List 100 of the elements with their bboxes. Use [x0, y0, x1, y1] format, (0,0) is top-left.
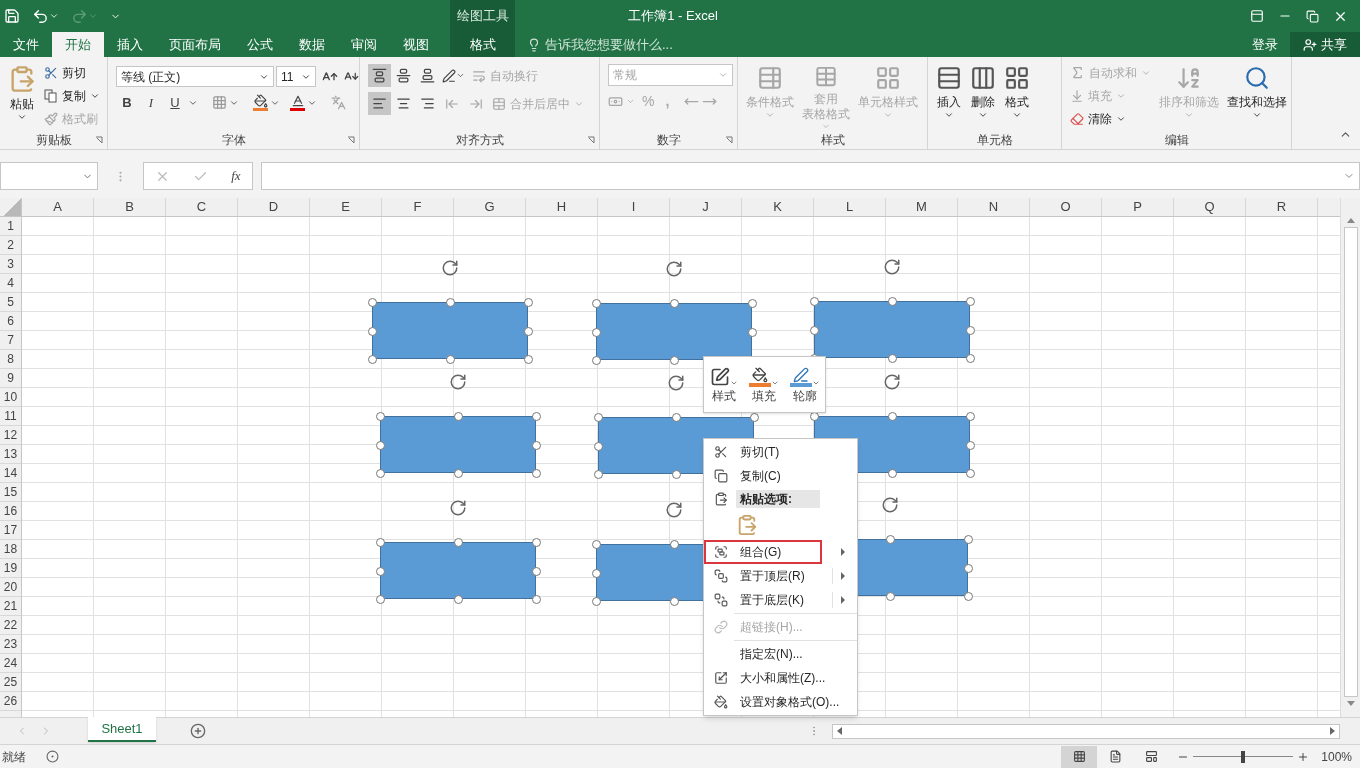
rotate-handle-icon[interactable]: [883, 373, 901, 391]
row-header[interactable]: 4: [0, 274, 21, 293]
resize-handle[interactable]: [592, 299, 601, 308]
row-header[interactable]: 6: [0, 312, 21, 331]
paste-button[interactable]: 粘贴: [4, 61, 40, 131]
redo-icon[interactable]: [71, 7, 88, 25]
resize-handle[interactable]: [810, 297, 819, 306]
phonetic-icon[interactable]: [331, 95, 346, 111]
row-header[interactable]: 2: [0, 236, 21, 255]
horizontal-scrollbar[interactable]: [832, 723, 1340, 739]
resize-handle[interactable]: [748, 299, 757, 308]
resize-handle[interactable]: [888, 469, 897, 478]
ribbon-tab[interactable]: 插入: [104, 32, 156, 57]
align-button[interactable]: [368, 64, 391, 87]
sign-in-link[interactable]: 登录: [1240, 32, 1290, 57]
row-header[interactable]: 13: [0, 445, 21, 464]
row-header[interactable]: 21: [0, 597, 21, 616]
add-sheet-icon[interactable]: [190, 723, 206, 739]
resize-handle[interactable]: [376, 412, 385, 421]
zoom-level-text[interactable]: 100%: [1321, 747, 1352, 766]
underline-button[interactable]: U: [164, 93, 186, 113]
resize-handle[interactable]: [446, 298, 455, 307]
cut-button[interactable]: 剪切: [40, 61, 104, 84]
resize-handle[interactable]: [810, 325, 819, 335]
column-header[interactable]: N: [958, 198, 1030, 216]
mini-toolbar-button[interactable]: 轮廓: [789, 361, 820, 412]
column-header[interactable]: H: [526, 198, 598, 216]
cells-button[interactable]: 格式: [1000, 61, 1034, 131]
resize-handle[interactable]: [594, 441, 603, 451]
resize-handle[interactable]: [966, 440, 975, 450]
cells-button[interactable]: 插入: [932, 61, 966, 131]
resize-handle[interactable]: [888, 297, 897, 306]
dialog-launcher-icon[interactable]: [347, 136, 355, 144]
dialog-launcher-icon[interactable]: [95, 136, 103, 144]
menu-item[interactable]: 指定宏(N)...: [704, 642, 857, 666]
insert-function-button[interactable]: fx: [231, 166, 241, 186]
menu-item[interactable]: 设置对象格式(O)...: [704, 690, 857, 714]
resize-handle[interactable]: [672, 413, 681, 422]
rectangle-shape[interactable]: [596, 303, 752, 360]
dialog-launcher-icon[interactable]: [725, 136, 733, 144]
resize-handle[interactable]: [672, 470, 681, 479]
column-header[interactable]: O: [1030, 198, 1102, 216]
resize-handle[interactable]: [532, 412, 541, 421]
row-header[interactable]: 25: [0, 673, 21, 692]
find-select-button[interactable]: 查找和选择: [1223, 61, 1291, 131]
menu-item[interactable]: 大小和属性(Z)...: [704, 666, 857, 690]
resize-handle[interactable]: [368, 326, 377, 336]
resize-handle[interactable]: [966, 354, 975, 363]
column-header[interactable]: G: [454, 198, 526, 216]
sheet-tab[interactable]: Sheet1: [88, 717, 156, 742]
macro-record-icon[interactable]: [46, 750, 59, 763]
zoom-in-icon[interactable]: [1297, 750, 1310, 763]
resize-handle[interactable]: [592, 356, 601, 365]
column-header[interactable]: L: [814, 198, 886, 216]
resize-handle[interactable]: [966, 297, 975, 306]
rotate-handle-icon[interactable]: [883, 258, 901, 276]
bold-button[interactable]: B: [116, 93, 138, 113]
row-header[interactable]: 15: [0, 483, 21, 502]
column-header[interactable]: J: [670, 198, 742, 216]
ribbon-tab[interactable]: 数据: [286, 32, 338, 57]
ribbon-tab[interactable]: 格式: [450, 32, 515, 57]
column-header[interactable]: A: [22, 198, 94, 216]
row-header[interactable]: 8: [0, 350, 21, 369]
zoom-slider[interactable]: [1193, 750, 1294, 763]
resize-handle[interactable]: [964, 563, 973, 573]
resize-handle[interactable]: [966, 325, 975, 335]
column-header[interactable]: M: [886, 198, 958, 216]
resize-handle[interactable]: [594, 470, 603, 479]
row-header[interactable]: 7: [0, 331, 21, 350]
resize-handle[interactable]: [376, 566, 385, 576]
resize-handle[interactable]: [532, 469, 541, 478]
resize-handle[interactable]: [532, 566, 541, 576]
row-header[interactable]: 9: [0, 369, 21, 388]
column-header[interactable]: D: [238, 198, 310, 216]
resize-handle[interactable]: [966, 412, 975, 421]
scroll-left-icon[interactable]: [837, 727, 842, 735]
resize-handle[interactable]: [670, 597, 679, 606]
resize-handle[interactable]: [964, 535, 973, 544]
rotate-handle-icon[interactable]: [449, 373, 467, 391]
font-name-field[interactable]: 等线 (正文): [116, 66, 274, 87]
italic-button[interactable]: I: [140, 93, 162, 113]
ribbon-tab[interactable]: 视图: [390, 32, 442, 57]
row-header[interactable]: 10: [0, 388, 21, 407]
menu-item[interactable]: 剪切(T): [704, 440, 857, 464]
row-header[interactable]: 22: [0, 616, 21, 635]
zoom-thumb[interactable]: [1241, 750, 1246, 763]
font-color-icon[interactable]: [290, 94, 305, 112]
resize-handle[interactable]: [454, 538, 463, 547]
rotate-handle-icon[interactable]: [441, 259, 459, 277]
resize-handle[interactable]: [368, 355, 377, 364]
row-header[interactable]: 19: [0, 559, 21, 578]
column-header[interactable]: Q: [1174, 198, 1246, 216]
cells-button[interactable]: 删除: [966, 61, 1000, 131]
menu-item[interactable]: 置于顶层(R): [704, 564, 857, 588]
ribbon-tab[interactable]: 页面布局: [156, 32, 234, 57]
resize-handle[interactable]: [888, 412, 897, 421]
rotate-handle-icon[interactable]: [665, 501, 683, 519]
resize-handle[interactable]: [376, 538, 385, 547]
caret-icon[interactable]: [49, 11, 59, 21]
ribbon-tab[interactable]: 公式: [234, 32, 286, 57]
